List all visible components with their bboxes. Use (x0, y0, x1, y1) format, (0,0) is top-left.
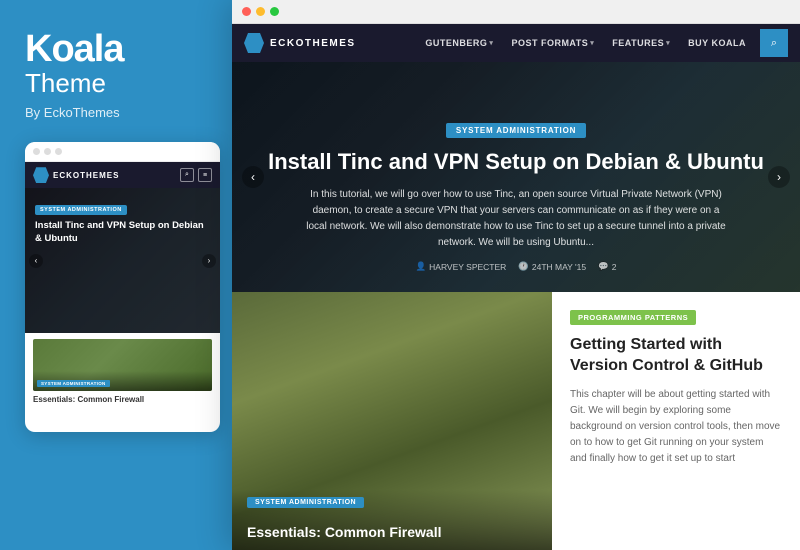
mobile-logo-text: ECKOTHEMES (53, 171, 119, 180)
mobile-logo-area: ECKOTHEMES (33, 167, 119, 183)
hero-date-label: 24TH MAY '15 (532, 262, 586, 272)
nav-item-post-formats[interactable]: POST FORMATS ▾ (503, 24, 602, 62)
mobile-card-badge: SYSTEM ADMINISTRATION (37, 380, 110, 387)
hero-comments-label: 2 (612, 262, 617, 272)
mobile-prev-arrow[interactable]: ‹ (29, 254, 43, 268)
hero-next-arrow[interactable]: › (768, 166, 790, 188)
hero-excerpt: In this tutorial, we will go over how to… (306, 187, 726, 251)
left-panel: Koala Theme By EckoThemes ECKOTHEMES ⌕ ≡… (0, 0, 240, 550)
nav-post-formats-label: POST FORMATS (511, 38, 588, 48)
mobile-search-icon[interactable]: ⌕ (180, 168, 194, 182)
brand-title: Koala (25, 30, 215, 68)
mobile-card-title: Essentials: Common Firewall (33, 395, 212, 404)
desktop-titlebar (232, 0, 800, 24)
author-icon: 👤 (416, 261, 427, 272)
desktop-content: SYSTEM ADMINISTRATION Essentials: Common… (232, 292, 800, 550)
nav-features-caret: ▾ (666, 39, 670, 47)
mobile-logo-icon (33, 167, 49, 183)
nav-item-features[interactable]: FEATURES ▾ (604, 24, 678, 62)
hero-meta-date: 🕐 24TH MAY '15 (518, 261, 586, 272)
article-card[interactable]: PROGRAMMING PATTERNS Getting Started wit… (552, 292, 800, 550)
brand-by: By EckoThemes (25, 105, 215, 120)
article-category-badge: PROGRAMMING PATTERNS (570, 310, 696, 325)
nav-features-label: FEATURES (612, 38, 664, 48)
hero-meta-comments: 💬 2 (598, 261, 616, 272)
mobile-dot-3 (55, 148, 62, 155)
brand-subtitle: Theme (25, 68, 215, 99)
desktop-dot-minimize[interactable] (256, 7, 265, 16)
desktop-hero: SYSTEM ADMINISTRATION Install Tinc and V… (232, 62, 800, 292)
hero-category-badge: SYSTEM ADMINISTRATION (446, 123, 586, 138)
mobile-hero-category: SYSTEM ADMINISTRATION (35, 205, 127, 215)
nav-buy-koala-label: BUY KOALA (688, 38, 746, 48)
nav-item-buy-koala[interactable]: BUY KOALA (680, 24, 754, 62)
nav-post-formats-caret: ▾ (590, 39, 594, 47)
mobile-next-arrow[interactable]: › (202, 254, 216, 268)
mobile-hero-title: Install Tinc and VPN Setup on Debian & U… (35, 220, 210, 245)
hero-prev-arrow[interactable]: ‹ (242, 166, 264, 188)
mobile-dot-2 (44, 148, 51, 155)
clock-icon: 🕐 (518, 261, 529, 272)
nav-gutenberg-caret: ▾ (489, 39, 493, 47)
mobile-titlebar (25, 142, 220, 162)
brand-name: Koala Theme By EckoThemes (25, 30, 215, 120)
mobile-menu-icon[interactable]: ≡ (198, 168, 212, 182)
desktop-dot-maximize[interactable] (270, 7, 279, 16)
food-card[interactable]: SYSTEM ADMINISTRATION Essentials: Common… (232, 292, 552, 550)
desktop-search-button[interactable]: ⌕ (760, 29, 788, 57)
desktop-mockup: ECKOTHEMES GUTENBERG ▾ POST FORMATS ▾ FE… (232, 0, 800, 550)
food-card-badge: SYSTEM ADMINISTRATION (247, 497, 364, 508)
desktop-logo-text: ECKOTHEMES (270, 38, 356, 49)
hero-title: Install Tinc and VPN Setup on Debian & U… (262, 148, 770, 177)
nav-gutenberg-label: GUTENBERG (425, 38, 487, 48)
desktop-logo-icon (244, 33, 264, 53)
mobile-dot-1 (33, 148, 40, 155)
nav-item-gutenberg[interactable]: GUTENBERG ▾ (417, 24, 501, 62)
article-excerpt: This chapter will be about getting start… (570, 387, 782, 532)
mobile-nav-icons: ⌕ ≡ (180, 168, 212, 182)
mobile-card: SYSTEM ADMINISTRATION Essentials: Common… (25, 333, 220, 410)
mobile-mockup: ECKOTHEMES ⌕ ≡ SYSTEM ADMINISTRATION Ins… (25, 142, 220, 432)
food-card-title: Essentials: Common Firewall (247, 524, 537, 540)
comment-icon: 💬 (598, 261, 609, 272)
mobile-nav-arrows: ‹ › (25, 254, 220, 268)
desktop-logo-area: ECKOTHEMES (244, 33, 356, 53)
hero-meta: 👤 HARVEY SPECTER 🕐 24TH MAY '15 💬 2 (262, 261, 770, 272)
desktop-nav: ECKOTHEMES GUTENBERG ▾ POST FORMATS ▾ FE… (232, 24, 800, 62)
hero-meta-author: 👤 HARVEY SPECTER (416, 261, 507, 272)
hero-content: SYSTEM ADMINISTRATION Install Tinc and V… (232, 100, 800, 292)
hero-author-label: HARVEY SPECTER (429, 262, 506, 272)
mobile-hero: SYSTEM ADMINISTRATION Install Tinc and V… (25, 188, 220, 333)
desktop-nav-items: GUTENBERG ▾ POST FORMATS ▾ FEATURES ▾ BU… (417, 24, 788, 62)
mobile-card-image: SYSTEM ADMINISTRATION (33, 339, 212, 391)
article-title: Getting Started with Version Control & G… (570, 335, 782, 377)
desktop-dot-close[interactable] (242, 7, 251, 16)
mobile-nav: ECKOTHEMES ⌕ ≡ (25, 162, 220, 188)
